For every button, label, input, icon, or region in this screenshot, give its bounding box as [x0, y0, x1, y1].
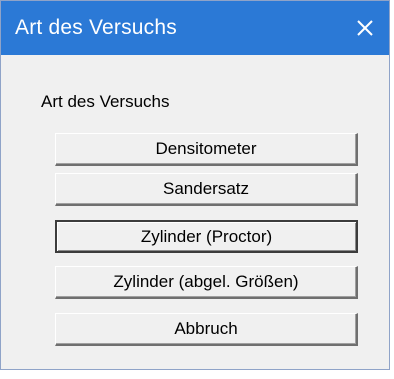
sandersatz-button[interactable]: Sandersatz — [55, 173, 358, 206]
zylinder-proctor-button[interactable]: Zylinder (Proctor) — [55, 220, 358, 253]
abbruch-button[interactable]: Abbruch — [55, 313, 358, 346]
dialog-window: Art des Versuchs Art des Versuchs Densit… — [0, 0, 390, 370]
close-button[interactable] — [347, 10, 383, 46]
title-bar[interactable]: Art des Versuchs — [1, 1, 389, 55]
group-label: Art des Versuchs — [41, 92, 170, 111]
zylinder-abgel-groessen-button[interactable]: Zylinder (abgel. Größen) — [55, 266, 358, 299]
window-title: Art des Versuchs — [15, 16, 177, 39]
densitometer-button[interactable]: Densitometer — [55, 133, 358, 166]
close-icon — [347, 10, 383, 46]
